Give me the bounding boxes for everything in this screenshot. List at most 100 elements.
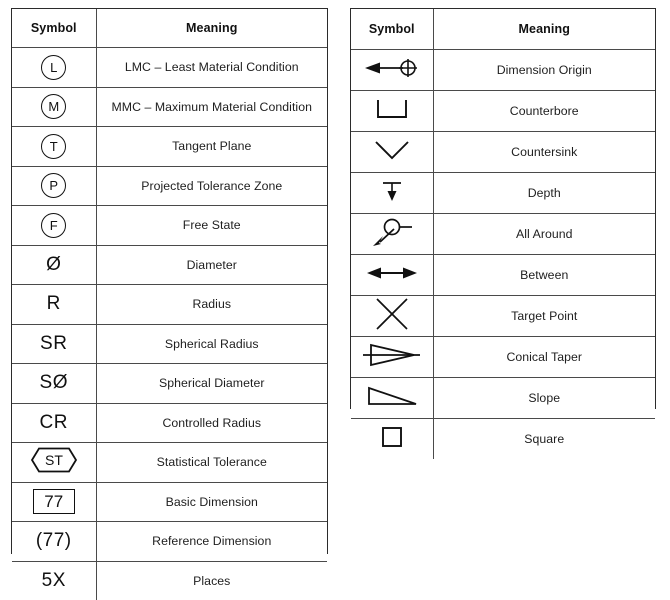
meaning-cell: Controlled Radius <box>95 402 327 443</box>
diameter-icon: Ø <box>46 253 62 275</box>
table-header-row: Symbol Meaning <box>351 9 655 50</box>
counterbore-icon <box>375 98 409 120</box>
meaning-cell: Basic Dimension <box>95 481 327 522</box>
slope-icon <box>366 385 418 407</box>
symbol-cell <box>351 90 434 132</box>
symbol-cell <box>351 49 434 91</box>
column-header-meaning: Meaning <box>432 9 655 50</box>
table-row: Ø Diameter <box>12 244 327 285</box>
table-row: P Projected Tolerance Zone <box>12 165 327 206</box>
table-row: SØ Spherical Diameter <box>12 363 327 404</box>
circled-t-icon: T <box>41 133 67 159</box>
symbol-cell: 5X <box>12 560 97 600</box>
dimension-origin-icon <box>363 57 421 79</box>
symbol-cell: M <box>12 86 97 127</box>
symbol-cell <box>351 213 434 255</box>
symbol-cell: (77) <box>12 521 97 562</box>
meaning-cell: Radius <box>95 284 327 325</box>
table-row: (77) Reference Dimension <box>12 521 327 562</box>
table-row: T Tangent Plane <box>12 126 327 167</box>
symbol-cell: ST <box>12 442 97 483</box>
symbol-cell <box>351 377 434 419</box>
table-row: CR Controlled Radius <box>12 402 327 443</box>
symbol-cell: 77 <box>12 481 97 522</box>
meaning-cell: Statistical Tolerance <box>95 442 327 483</box>
square-icon <box>381 426 403 448</box>
depth-icon <box>380 179 404 203</box>
symbol-cell: CR <box>12 402 97 443</box>
basic-dimension-icon: 77 <box>32 489 75 515</box>
meaning-cell: Counterbore <box>432 90 655 132</box>
table-row: L LMC – Least Material Condition <box>12 47 327 88</box>
symbol-table-left: Symbol Meaning L LMC – Least Material Co… <box>11 8 328 600</box>
symbol-cell: P <box>12 165 97 206</box>
table-row: Target Point <box>351 295 655 337</box>
table-row: All Around <box>351 213 655 255</box>
table-row: Conical Taper <box>351 336 655 378</box>
table-row: ST Statistical Tolerance <box>12 442 327 483</box>
symbol-cell <box>351 336 434 378</box>
meaning-cell: Slope <box>432 377 655 419</box>
table-row: Slope <box>351 377 655 419</box>
table-material-condition-symbols: Symbol Meaning L LMC – Least Material Co… <box>12 9 327 600</box>
radius-icon: R <box>46 293 61 315</box>
meaning-cell: Spherical Radius <box>95 323 327 364</box>
meaning-cell: Conical Taper <box>432 336 655 378</box>
meaning-cell: Tangent Plane <box>95 126 327 167</box>
meaning-cell: Square <box>432 418 655 459</box>
meaning-cell: Reference Dimension <box>95 521 327 562</box>
symbol-cell <box>351 295 434 337</box>
meaning-cell: Diameter <box>95 244 327 285</box>
statistical-tolerance-icon: ST <box>30 447 77 473</box>
meaning-cell: Countersink <box>432 131 655 173</box>
column-header-meaning: Meaning <box>95 9 327 48</box>
reference-dimension-icon: (77) <box>35 530 72 552</box>
meaning-cell: Target Point <box>432 295 655 337</box>
table-row: Countersink <box>351 131 655 173</box>
symbol-cell: SØ <box>12 363 97 404</box>
symbol-cell: Ø <box>12 244 97 285</box>
circled-m-icon: M <box>41 94 67 120</box>
table-row: F Free State <box>12 205 327 246</box>
column-header-symbol: Symbol <box>351 9 434 50</box>
spherical-diameter-icon: SØ <box>39 372 68 394</box>
meaning-cell: Spherical Diameter <box>95 363 327 404</box>
spherical-radius-icon: SR <box>40 332 68 354</box>
countersink-icon <box>374 139 410 161</box>
all-around-icon <box>370 217 414 247</box>
table-row: Square <box>351 418 655 459</box>
table-row: Counterbore <box>351 90 655 132</box>
table-row: Dimension Origin <box>351 49 655 91</box>
meaning-cell: Between <box>432 254 655 296</box>
symbol-cell: SR <box>12 323 97 364</box>
symbol-cell <box>351 131 434 173</box>
meaning-cell: LMC – Least Material Condition <box>95 47 327 88</box>
column-header-symbol: Symbol <box>12 9 97 48</box>
meaning-cell: Free State <box>95 205 327 246</box>
table-row: 5X Places <box>12 560 327 600</box>
circled-p-icon: P <box>41 173 67 199</box>
table-row: Between <box>351 254 655 296</box>
circled-f-icon: F <box>41 212 67 238</box>
meaning-cell: Places <box>95 560 327 600</box>
table-row: R Radius <box>12 284 327 325</box>
symbol-cell: L <box>12 47 97 88</box>
statistical-tolerance-label: ST <box>45 452 63 468</box>
meaning-cell: Depth <box>432 172 655 214</box>
symbol-cell: F <box>12 205 97 246</box>
conical-taper-icon <box>362 342 422 368</box>
meaning-cell: Dimension Origin <box>432 49 655 91</box>
circled-l-icon: L <box>41 54 67 80</box>
controlled-radius-icon: CR <box>39 411 68 433</box>
target-point-icon <box>375 297 409 331</box>
symbol-cell <box>351 418 434 459</box>
symbol-table-right: Symbol Meaning Dimension Origin Counterb… <box>350 8 656 459</box>
symbol-cell: R <box>12 284 97 325</box>
table-header-row: Symbol Meaning <box>12 9 327 48</box>
between-icon <box>366 264 418 282</box>
symbol-cell: T <box>12 126 97 167</box>
places-icon: 5X <box>41 569 66 591</box>
symbol-cell <box>351 172 434 214</box>
table-row: 77 Basic Dimension <box>12 481 327 522</box>
table-row: M MMC – Maximum Material Condition <box>12 86 327 127</box>
